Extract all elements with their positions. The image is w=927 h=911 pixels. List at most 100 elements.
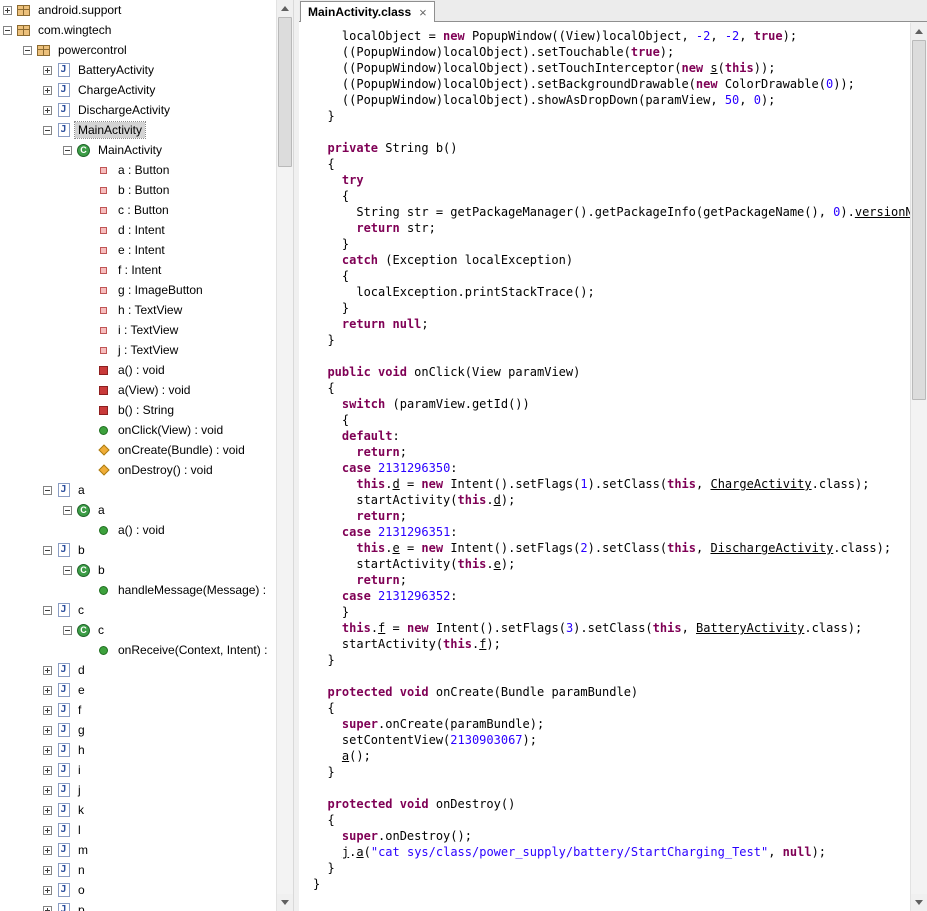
tree-item-a-void[interactable]: a() : void	[0, 360, 276, 380]
protected-method-icon	[96, 462, 111, 478]
code-scrollbar[interactable]	[910, 23, 927, 911]
tree-collapse-icon[interactable]	[3, 25, 12, 35]
code-scroll-up-button[interactable]	[911, 23, 927, 40]
tree-item-m[interactable]: Jm	[0, 840, 276, 860]
tree-item-c[interactable]: Jc	[0, 600, 276, 620]
tree-collapse-icon[interactable]	[63, 565, 72, 575]
tree-item-onreceive-context-intent[interactable]: onReceive(Context, Intent) :	[0, 640, 276, 660]
tree-item-g[interactable]: Jg	[0, 720, 276, 740]
tree-scroll-up-button[interactable]	[277, 0, 293, 17]
tree-expand-icon[interactable]	[43, 785, 52, 795]
tree-collapse-icon[interactable]	[63, 505, 72, 515]
tree-expand-icon[interactable]	[43, 65, 52, 75]
tree-expand-icon[interactable]	[43, 865, 52, 875]
tree-expand-icon[interactable]	[43, 725, 52, 735]
tree-scrollbar-thumb[interactable]	[278, 17, 292, 167]
code-line: {	[313, 412, 910, 428]
code-link[interactable]: ChargeActivity	[710, 477, 811, 491]
tree-item-mainactivity[interactable]: J MainActivity	[0, 120, 276, 140]
tree-item-powercontrol[interactable]: powercontrol	[0, 40, 276, 60]
tree-item-com-wingtech[interactable]: com.wingtech	[0, 20, 276, 40]
tree-item-a-button[interactable]: a : Button	[0, 160, 276, 180]
tree-item-b-button[interactable]: b : Button	[0, 180, 276, 200]
tab-mainactivity-class[interactable]: MainActivity.class ×	[300, 1, 435, 22]
tree-item-p[interactable]: Jp	[0, 900, 276, 911]
tree-item-e[interactable]: Je	[0, 680, 276, 700]
package-tree[interactable]: android.support com.wingtech powercontrol J…	[0, 0, 276, 911]
tree-collapse-icon[interactable]	[43, 485, 52, 495]
tree-expand-icon[interactable]	[43, 845, 52, 855]
tree-item-c-button[interactable]: c : Button	[0, 200, 276, 220]
tab-close-icon[interactable]: ×	[419, 6, 427, 19]
tree-item-a[interactable]: Ja	[0, 480, 276, 500]
tree-expand-icon[interactable]	[43, 825, 52, 835]
tree-item-g-imagebutton[interactable]: g : ImageButton	[0, 280, 276, 300]
tree-scrollbar[interactable]	[276, 0, 293, 911]
tree-item-dischargeactivity[interactable]: J DischargeActivity	[0, 100, 276, 120]
tree-collapse-icon[interactable]	[43, 545, 52, 555]
code-link[interactable]: d	[494, 493, 501, 507]
tree-expand-icon[interactable]	[43, 745, 52, 755]
tree-item-j-textview[interactable]: j : TextView	[0, 340, 276, 360]
tree-expand-icon[interactable]	[43, 705, 52, 715]
tree-item-k[interactable]: Jk	[0, 800, 276, 820]
tree-item-n[interactable]: Jn	[0, 860, 276, 880]
tree-item-i[interactable]: Ji	[0, 760, 276, 780]
tree-scroll-down-button[interactable]	[277, 894, 293, 911]
tree-item-a-view-void[interactable]: a(View) : void	[0, 380, 276, 400]
tree-item-ondestroy-void[interactable]: onDestroy() : void	[0, 460, 276, 480]
tree-item-e-intent[interactable]: e : Intent	[0, 240, 276, 260]
tree-item-j[interactable]: Jj	[0, 780, 276, 800]
tree-item-a[interactable]: Ca	[0, 500, 276, 520]
tree-collapse-icon[interactable]	[23, 45, 32, 55]
code-link[interactable]: e	[494, 557, 501, 571]
tree-item-f-intent[interactable]: f : Intent	[0, 260, 276, 280]
code-link[interactable]: a	[356, 845, 363, 859]
tree-collapse-icon[interactable]	[43, 125, 52, 135]
code-link[interactable]: s	[710, 61, 717, 75]
tree-collapse-icon[interactable]	[43, 605, 52, 615]
code-link[interactable]: versionName	[855, 205, 910, 219]
code-link[interactable]: BatteryActivity	[696, 621, 804, 635]
tree-expand-icon[interactable]	[43, 85, 52, 95]
tree-item-f[interactable]: Jf	[0, 700, 276, 720]
tree-item-oncreate-bundle-void[interactable]: onCreate(Bundle) : void	[0, 440, 276, 460]
tree-item-b[interactable]: Cb	[0, 560, 276, 580]
code-scroll-down-button[interactable]	[911, 894, 927, 911]
tree-expand-icon[interactable]	[43, 685, 52, 695]
tree-expand-icon[interactable]	[43, 665, 52, 675]
code-editor[interactable]: localObject = new PopupWindow((View)loca…	[299, 22, 910, 911]
tree-item-h-textview[interactable]: h : TextView	[0, 300, 276, 320]
code-link[interactable]: d	[393, 477, 400, 491]
tree-item-handlemessage-message[interactable]: handleMessage(Message) :	[0, 580, 276, 600]
tree-expand-icon[interactable]	[43, 885, 52, 895]
tree-collapse-icon[interactable]	[63, 145, 72, 155]
tree-item-mainactivity[interactable]: C MainActivity	[0, 140, 276, 160]
tree-item-a-void[interactable]: a() : void	[0, 520, 276, 540]
tree-item-chargeactivity[interactable]: J ChargeActivity	[0, 80, 276, 100]
tree-item-h[interactable]: Jh	[0, 740, 276, 760]
code-link[interactable]: DischargeActivity	[710, 541, 833, 555]
tree-expand-icon[interactable]	[43, 765, 52, 775]
code-link[interactable]: e	[393, 541, 400, 555]
tree-item-d-intent[interactable]: d : Intent	[0, 220, 276, 240]
tree-item-b[interactable]: Jb	[0, 540, 276, 560]
tree-item-android-support[interactable]: android.support	[0, 0, 276, 20]
tree-item-c[interactable]: Cc	[0, 620, 276, 640]
tree-item-batteryactivity[interactable]: J BatteryActivity	[0, 60, 276, 80]
code-scrollbar-thumb[interactable]	[912, 40, 926, 400]
tree-item-i-textview[interactable]: i : TextView	[0, 320, 276, 340]
tree-collapse-icon[interactable]	[63, 625, 72, 635]
tab-label: MainActivity.class	[308, 5, 412, 19]
code-token: true	[630, 45, 660, 59]
tree-expand-icon[interactable]	[43, 905, 52, 911]
tree-expand-icon[interactable]	[3, 5, 12, 15]
tree-item-b-string[interactable]: b() : String	[0, 400, 276, 420]
tree-item-onclick-view-void[interactable]: onClick(View) : void	[0, 420, 276, 440]
tree-expand-icon[interactable]	[43, 805, 52, 815]
tree-item-d[interactable]: Jd	[0, 660, 276, 680]
tree-item-o[interactable]: Jo	[0, 880, 276, 900]
tree-expand-icon[interactable]	[43, 105, 52, 115]
tree-item-l[interactable]: Jl	[0, 820, 276, 840]
